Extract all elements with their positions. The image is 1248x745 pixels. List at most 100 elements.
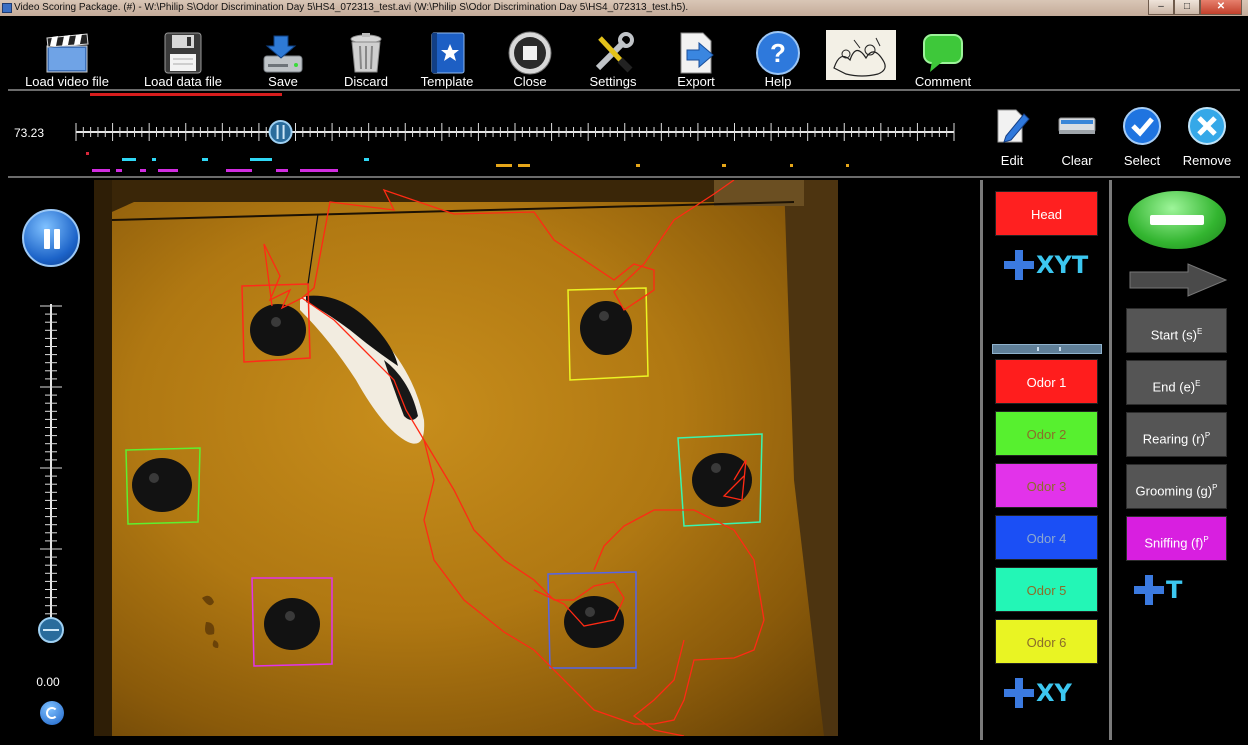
arena-right-wall <box>784 180 838 736</box>
timeline-bar: 73.23 Edit Clear Select Remove <box>0 96 1248 176</box>
odor-cup-5 <box>692 453 752 507</box>
close-label: Close <box>513 74 547 89</box>
odor-4-button[interactable]: Odor 4 <box>995 515 1098 560</box>
behavior-sniffing-button[interactable]: Sniffing (f)P <box>1126 516 1227 561</box>
cartoon-image-icon <box>826 30 896 80</box>
speed-slider[interactable] <box>30 300 72 660</box>
help-question-icon: ? <box>756 31 800 75</box>
add-plus-icon <box>1004 250 1034 280</box>
minimize-button[interactable]: – <box>1148 0 1174 15</box>
title-bar: Video Scoring Package. (#) - W:\Philip S… <box>0 0 1248 16</box>
window-title: Video Scoring Package. (#) - W:\Philip S… <box>14 2 689 13</box>
export-label: Export <box>677 74 715 89</box>
export-document-icon <box>680 32 714 74</box>
pause-button[interactable] <box>22 209 80 267</box>
behavior-grooming-button[interactable]: Grooming (g)P <box>1126 464 1227 509</box>
add-xy-label: XY <box>1036 679 1072 707</box>
remove-behavior-button[interactable] <box>1128 191 1226 249</box>
close-file-button[interactable]: Close <box>502 16 558 90</box>
timeline-playhead[interactable] <box>268 120 293 144</box>
help-label: Help <box>764 74 792 89</box>
load-video-button[interactable]: Load video file <box>22 16 112 90</box>
panel-splitter[interactable] <box>992 344 1102 354</box>
edit-label: Edit <box>1000 153 1024 168</box>
maximize-button[interactable]: □ <box>1174 0 1200 15</box>
save-button[interactable]: Save <box>254 16 312 90</box>
behavior-rearing-button[interactable]: Rearing (r)P <box>1126 412 1227 457</box>
add-plus-icon <box>1004 678 1034 708</box>
clapperboard-icon <box>46 33 89 73</box>
add-xy-button[interactable]: XY <box>1004 678 1072 708</box>
floppy-disk-icon <box>164 32 202 74</box>
odor-2-button[interactable]: Odor 2 <box>995 411 1098 456</box>
odor-cup-3 <box>264 598 320 650</box>
speed-readout: 0.00 <box>36 675 60 689</box>
edit-button[interactable]: Edit <box>980 106 1044 172</box>
add-t-button[interactable]: T <box>1134 575 1182 605</box>
main-toolbar: Load video file Load data file Save Disc… <box>0 16 1248 90</box>
toolbar-divider <box>8 89 1240 91</box>
template-book-icon <box>431 32 465 74</box>
clear-label: Clear <box>1061 153 1093 168</box>
help-button[interactable]: ? Help <box>752 16 804 90</box>
reset-button[interactable] <box>40 701 64 725</box>
behavior-type-marker: P <box>1204 431 1211 440</box>
window-controls: – □ ✕ <box>1148 0 1242 15</box>
roi-panel-divider-right <box>1109 180 1112 740</box>
cartoon-image-button[interactable] <box>826 16 896 90</box>
discard-label: Discard <box>343 74 389 89</box>
wrench-screwdriver-icon <box>595 32 634 73</box>
roi-panel-divider-left <box>980 180 983 740</box>
add-xyt-button[interactable]: XYT <box>1004 250 1088 280</box>
remove-label: Remove <box>1182 153 1232 168</box>
arena-left-wall <box>94 180 112 736</box>
arena-scene <box>94 180 838 736</box>
select-label: Select <box>1123 153 1161 168</box>
add-plus-icon <box>1134 575 1164 605</box>
speed-slider-knob[interactable] <box>38 617 64 643</box>
odor-cup-1 <box>250 304 306 356</box>
speech-bubble-icon <box>923 34 963 72</box>
behavior-label: Start (s) <box>1150 327 1197 343</box>
behavior-end-button[interactable]: End (e)E <box>1126 360 1227 405</box>
stop-circle-icon <box>508 31 552 75</box>
load-video-label: Load video file <box>25 74 109 89</box>
add-t-label: T <box>1166 576 1183 604</box>
odor-cup-4 <box>564 596 624 648</box>
export-button[interactable]: Export <box>668 16 724 90</box>
current-time-readout: 73.23 <box>14 126 45 140</box>
timeline-slider[interactable] <box>70 118 960 146</box>
close-window-button[interactable]: ✕ <box>1200 0 1242 15</box>
discard-button[interactable]: Discard <box>336 16 396 90</box>
hard-drive-save-icon <box>263 35 303 73</box>
remove-x-icon <box>1188 107 1226 145</box>
comment-label: Comment <box>914 74 972 89</box>
video-frame[interactable] <box>94 180 838 736</box>
comment-button[interactable]: Comment <box>910 16 976 90</box>
template-button[interactable]: Template <box>416 16 478 90</box>
head-roi-button[interactable]: Head <box>995 191 1098 236</box>
odor-1-button[interactable]: Odor 1 <box>995 359 1098 404</box>
behavior-label: Sniffing (f) <box>1144 535 1204 551</box>
settings-label: Settings <box>589 74 637 89</box>
odor-6-button[interactable]: Odor 6 <box>995 619 1098 664</box>
behavior-type-marker: E <box>1195 379 1201 388</box>
settings-button[interactable]: Settings <box>584 16 642 90</box>
clear-button[interactable]: Clear <box>1045 106 1109 172</box>
remove-button[interactable]: Remove <box>1175 106 1239 172</box>
add-xyt-label: XYT <box>1036 251 1089 279</box>
trash-can-icon <box>350 33 382 73</box>
svg-text:?: ? <box>770 38 786 68</box>
odor-3-button[interactable]: Odor 3 <box>995 463 1098 508</box>
event-track <box>86 152 849 172</box>
checkmark-icon <box>1123 107 1161 145</box>
odor-5-button[interactable]: Odor 5 <box>995 567 1098 612</box>
load-data-button[interactable]: Load data file <box>140 16 226 90</box>
next-arrow-icon[interactable] <box>1128 262 1228 302</box>
behavior-type-marker: P <box>1212 483 1218 492</box>
behavior-type-marker: E <box>1196 327 1203 336</box>
behavior-start-button[interactable]: Start (s)E <box>1126 308 1227 353</box>
app-icon <box>2 3 12 13</box>
head-trajectory <box>263 180 765 736</box>
select-button[interactable]: Select <box>1110 106 1174 172</box>
